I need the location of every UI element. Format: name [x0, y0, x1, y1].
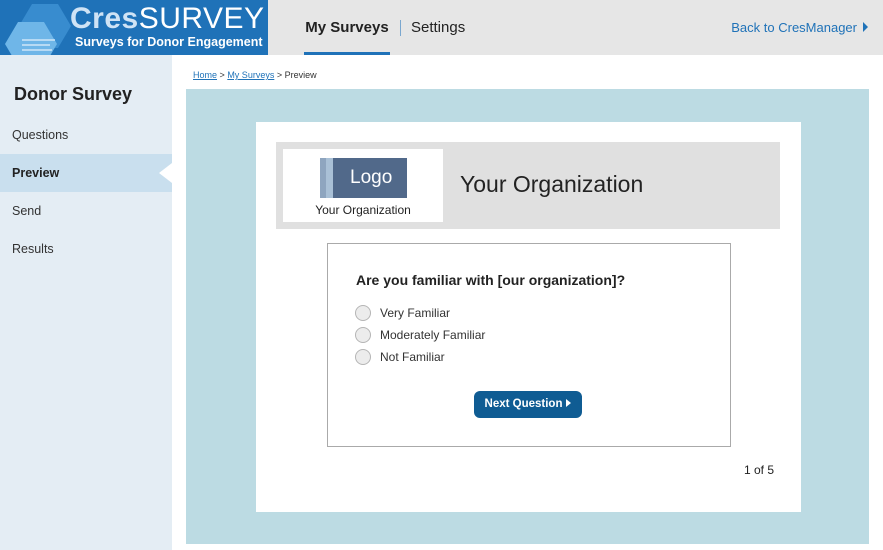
tab-my-surveys[interactable]: My Surveys	[304, 0, 390, 55]
brand-tagline: Surveys for Donor Engagement	[75, 35, 263, 49]
breadcrumb-my-surveys-link[interactable]: My Surveys	[227, 70, 274, 80]
breadcrumb-separator: >	[276, 70, 283, 80]
radio-button[interactable]	[355, 327, 371, 343]
breadcrumb-current: Preview	[284, 70, 317, 80]
sidebar: Donor Survey Questions Preview Send Resu…	[0, 55, 172, 550]
survey-title: Donor Survey	[14, 84, 133, 104]
brand-name-part2: SURVEY	[138, 2, 265, 35]
preview-area: Logo Your Organization Your Organization…	[186, 89, 869, 544]
sidebar-item-questions[interactable]: Questions	[0, 116, 172, 154]
brand-title: CresSURVEY	[70, 3, 265, 35]
sidebar-item-results[interactable]: Results	[0, 230, 172, 268]
logo-placeholder-image: Logo	[320, 158, 407, 198]
sidebar-item-preview[interactable]: Preview	[0, 154, 172, 192]
organization-logo: Logo Your Organization	[283, 149, 443, 222]
breadcrumb-separator: >	[219, 70, 225, 80]
logo-caption: Your Organization	[315, 203, 411, 217]
caret-right-icon	[863, 22, 868, 32]
radio-button[interactable]	[355, 349, 371, 365]
question-box: Are you familiar with [our organization]…	[327, 243, 731, 447]
back-to-cresmanager-link[interactable]: Back to CresManager	[731, 0, 868, 55]
breadcrumb-home-link[interactable]: Home	[193, 70, 217, 80]
survey-preview-card: Logo Your Organization Your Organization…	[256, 122, 801, 512]
top-bar: CresSURVEY Surveys for Donor Engagement …	[0, 0, 883, 55]
sidebar-item-send[interactable]: Send	[0, 192, 172, 230]
back-link-label: Back to CresManager	[731, 20, 857, 35]
breadcrumb: Home > My Surveys > Preview	[193, 70, 317, 80]
organization-name: Your Organization	[460, 171, 644, 197]
answer-option-label: Moderately Familiar	[380, 328, 486, 342]
question-text: Are you familiar with [our organization]…	[356, 272, 626, 288]
radio-button[interactable]	[355, 305, 371, 321]
hexagon-logo-icon	[5, 4, 71, 55]
next-question-label: Next Question	[484, 398, 563, 410]
brand-logo[interactable]: CresSURVEY Surveys for Donor Engagement	[0, 0, 268, 55]
nav-divider	[400, 20, 401, 36]
answer-option-label: Not Familiar	[380, 350, 445, 364]
answer-option-label: Very Familiar	[380, 306, 451, 320]
brand-name-part1: Cres	[70, 2, 139, 35]
next-question-button[interactable]: Next Question	[474, 391, 582, 418]
page-indicator: 1 of 5	[743, 463, 774, 477]
organization-header: Logo Your Organization Your Organization	[276, 142, 780, 229]
logo-text: Logo	[350, 167, 393, 188]
tab-settings[interactable]: Settings	[411, 0, 465, 55]
caret-right-icon	[566, 399, 572, 407]
